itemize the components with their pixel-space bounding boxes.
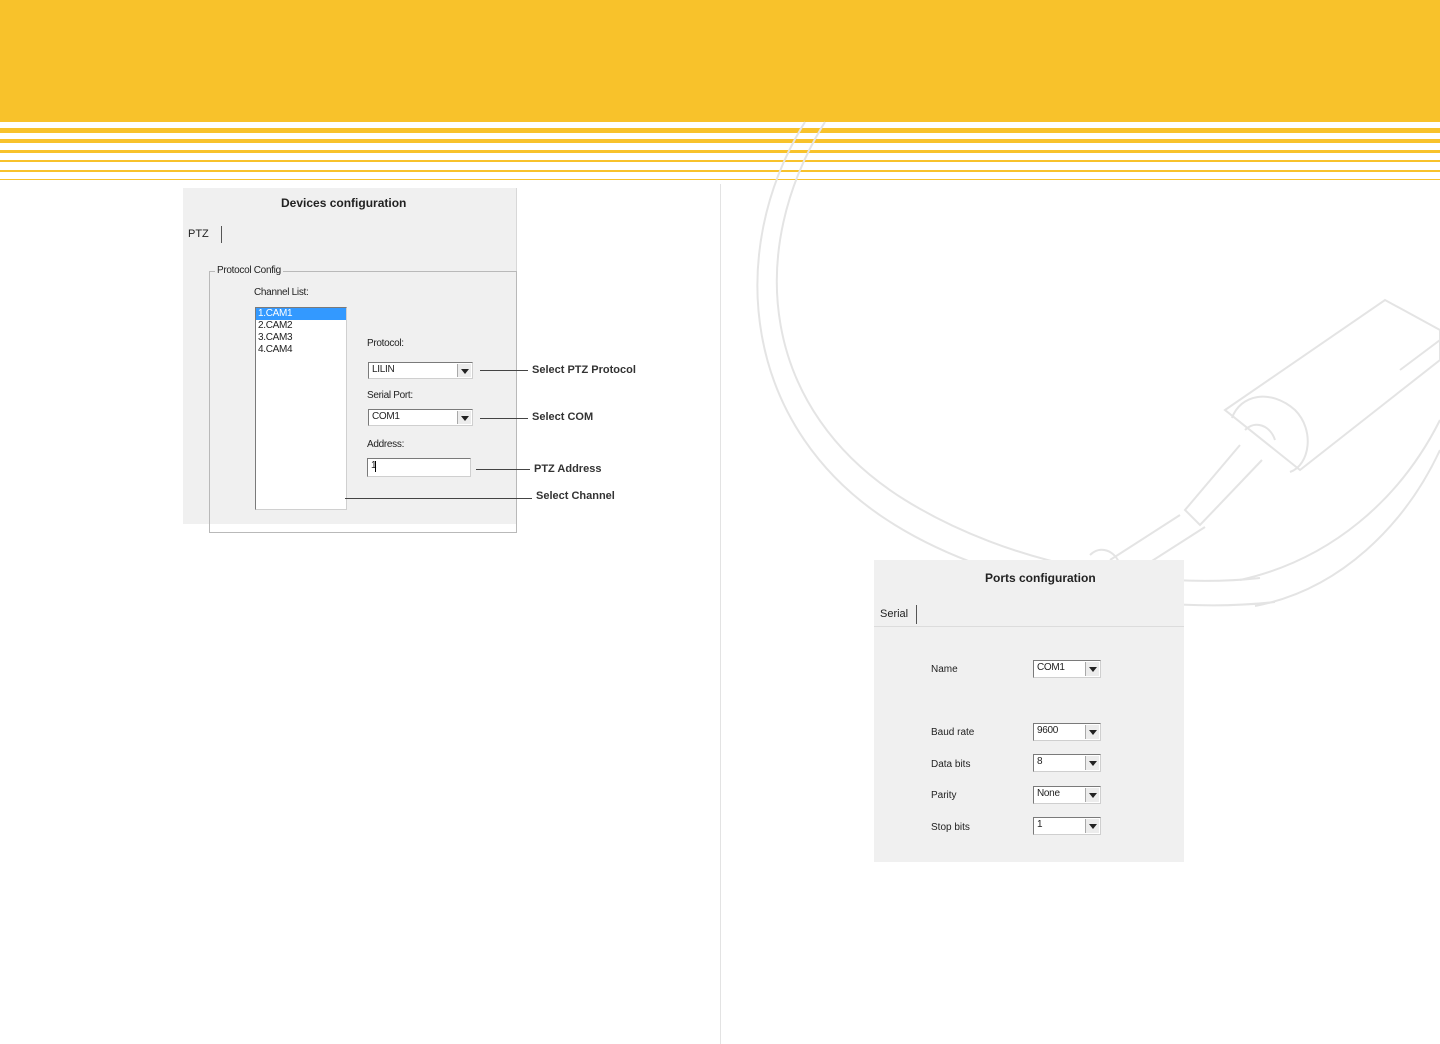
header-stripe xyxy=(0,160,1440,162)
stop-bits-label: Stop bits xyxy=(931,822,970,833)
protocol-select[interactable]: LILIN xyxy=(368,362,473,379)
data-bits-select[interactable]: 8 xyxy=(1033,754,1101,772)
callout-line xyxy=(480,370,528,371)
header-stripe xyxy=(0,170,1440,172)
chevron-down-icon[interactable] xyxy=(1085,788,1099,802)
name-label: Name xyxy=(931,664,958,675)
channel-listbox[interactable]: 1.CAM1 2.CAM2 3.CAM3 4.CAM4 xyxy=(255,307,347,510)
header-stripe xyxy=(0,139,1440,143)
serial-port-select[interactable]: COM1 xyxy=(368,409,473,426)
group-title: Protocol Config xyxy=(215,265,283,276)
baud-rate-select[interactable]: 9600 xyxy=(1033,723,1101,741)
header-stripe xyxy=(0,128,1440,133)
channel-list-label: Channel List: xyxy=(254,287,309,298)
serial-port-label: Serial Port: xyxy=(367,390,413,401)
chevron-down-icon[interactable] xyxy=(1085,756,1099,770)
serial-port-value: COM1 xyxy=(372,411,400,422)
list-item[interactable]: 3.CAM3 xyxy=(256,332,346,344)
callout-line xyxy=(476,469,530,470)
list-item[interactable]: 2.CAM2 xyxy=(256,320,346,332)
list-item[interactable]: 1.CAM1 xyxy=(256,308,346,320)
callout-select-protocol: Select PTZ Protocol xyxy=(532,364,636,376)
name-select[interactable]: COM1 xyxy=(1033,660,1101,678)
callout-ptz-address: PTZ Address xyxy=(534,463,602,475)
protocol-value: LILIN xyxy=(372,364,395,375)
ports-config-window: Ports configuration Serial Name COM1 Bau… xyxy=(874,560,1184,862)
parity-select[interactable]: None xyxy=(1033,786,1101,804)
window-title: Ports configuration xyxy=(985,571,1096,585)
stop-bits-value: 1 xyxy=(1037,819,1043,830)
parity-label: Parity xyxy=(931,790,957,801)
address-label: Address: xyxy=(367,439,405,450)
page-divider xyxy=(720,184,721,1044)
header-stripe xyxy=(0,150,1440,153)
chevron-down-icon[interactable] xyxy=(457,364,471,377)
header-stripe xyxy=(0,179,1440,180)
protocol-label: Protocol: xyxy=(367,338,404,349)
data-bits-value: 8 xyxy=(1037,756,1043,767)
list-item[interactable]: 4.CAM4 xyxy=(256,344,346,356)
callout-select-channel: Select Channel xyxy=(536,490,615,502)
tab-separator xyxy=(221,226,222,243)
header-band xyxy=(0,0,1440,122)
chevron-down-icon[interactable] xyxy=(1085,662,1099,676)
callout-line xyxy=(480,418,528,419)
tab-separator xyxy=(916,605,917,624)
tab-baseline xyxy=(874,626,1184,627)
stop-bits-select[interactable]: 1 xyxy=(1033,817,1101,835)
text-caret xyxy=(375,461,376,472)
chevron-down-icon[interactable] xyxy=(457,411,471,424)
name-value: COM1 xyxy=(1037,662,1065,673)
callout-select-com: Select COM xyxy=(532,411,594,423)
data-bits-label: Data bits xyxy=(931,759,971,770)
baud-rate-label: Baud rate xyxy=(931,727,975,738)
address-field[interactable]: 1 xyxy=(367,458,471,477)
devices-config-window: Devices configuration PTZ Protocol Confi… xyxy=(183,188,517,533)
tab-ptz[interactable]: PTZ xyxy=(188,228,209,240)
parity-value: None xyxy=(1037,788,1060,799)
window-title: Devices configuration xyxy=(281,196,407,210)
callout-line xyxy=(345,498,532,499)
baud-rate-value: 9600 xyxy=(1037,725,1059,736)
chevron-down-icon[interactable] xyxy=(1085,725,1099,739)
chevron-down-icon[interactable] xyxy=(1085,819,1099,833)
tab-serial[interactable]: Serial xyxy=(880,608,908,620)
